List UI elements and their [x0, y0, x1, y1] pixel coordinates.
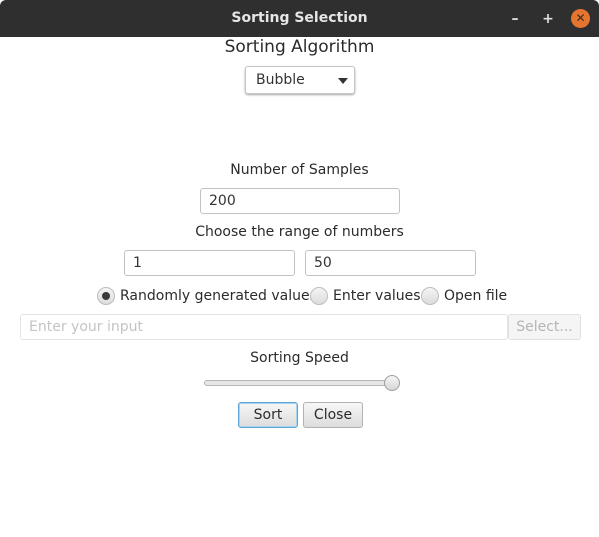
radio-button — [421, 287, 439, 305]
range-max-input[interactable] — [305, 250, 476, 276]
algorithm-dropdown[interactable]: Bubble — [245, 66, 355, 94]
algorithm-heading: Sorting Algorithm — [224, 37, 375, 57]
app-window: Sorting Selection – + ✕ Sorting Algorith… — [0, 0, 599, 537]
sort-button[interactable]: Sort — [238, 402, 298, 428]
speed-slider-handle[interactable] — [384, 375, 400, 391]
title-bar: Sorting Selection – + ✕ — [0, 0, 599, 37]
minimize-button[interactable]: – — [505, 9, 525, 29]
samples-input[interactable] — [200, 188, 400, 214]
speed-slider-track[interactable] — [204, 380, 392, 386]
radio-button — [310, 287, 328, 305]
speed-label: Sorting Speed — [250, 350, 349, 366]
close-button[interactable]: Close — [303, 402, 363, 428]
range-min-input[interactable] — [124, 250, 295, 276]
select-file-button[interactable]: Select... — [508, 314, 581, 340]
algorithm-selected-value: Bubble — [256, 72, 305, 88]
samples-label: Number of Samples — [230, 162, 369, 178]
manual-input-field[interactable] — [20, 314, 508, 340]
radio-label: Randomly generated values — [120, 288, 317, 304]
radio-label: Open file — [444, 288, 508, 304]
chevron-down-icon — [338, 78, 348, 84]
close-window-button[interactable]: ✕ — [571, 9, 590, 28]
radio-label: Enter values — [333, 288, 421, 304]
range-label: Choose the range of numbers — [195, 224, 404, 240]
maximize-button[interactable]: + — [538, 9, 558, 29]
radio-button-selected — [97, 287, 115, 305]
